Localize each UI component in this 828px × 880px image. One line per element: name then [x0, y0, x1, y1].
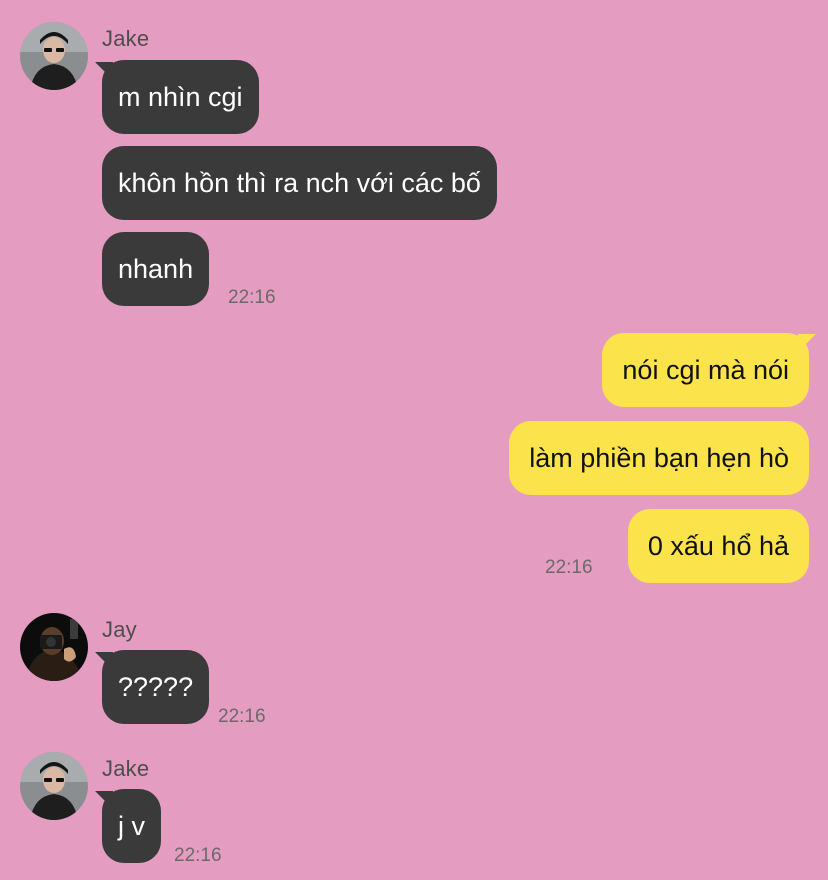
avatar-jake[interactable] — [20, 22, 88, 90]
avatar-jake[interactable] — [20, 752, 88, 820]
message-timestamp: 22:16 — [218, 706, 266, 727]
sender-name: Jake — [102, 756, 150, 781]
jake-avatar-icon — [20, 752, 88, 820]
jay-avatar-icon — [20, 613, 88, 681]
sender-name: Jay — [102, 617, 137, 642]
jake-avatar-icon — [20, 22, 88, 90]
message-timestamp: 22:16 — [174, 845, 222, 866]
message-bubble[interactable]: khôn hồn thì ra nch với các bố — [102, 146, 497, 220]
message-bubble[interactable]: ????? — [102, 650, 210, 724]
message-bubble[interactable]: nói cgi mà nói — [602, 333, 809, 407]
message-bubble[interactable]: làm phiền bạn hẹn hò — [509, 421, 809, 495]
message-timestamp: 22:16 — [228, 287, 276, 308]
message-bubble[interactable]: nhanh — [102, 232, 210, 306]
message-bubble[interactable]: 0 xấu hổ hả — [627, 509, 809, 583]
message-bubble[interactable]: m nhìn cgi — [102, 60, 259, 134]
message-timestamp: 22:16 — [545, 557, 593, 578]
avatar-jay[interactable] — [20, 613, 88, 681]
message-bubble[interactable]: j v — [102, 789, 161, 863]
sender-name: Jake — [102, 26, 150, 51]
